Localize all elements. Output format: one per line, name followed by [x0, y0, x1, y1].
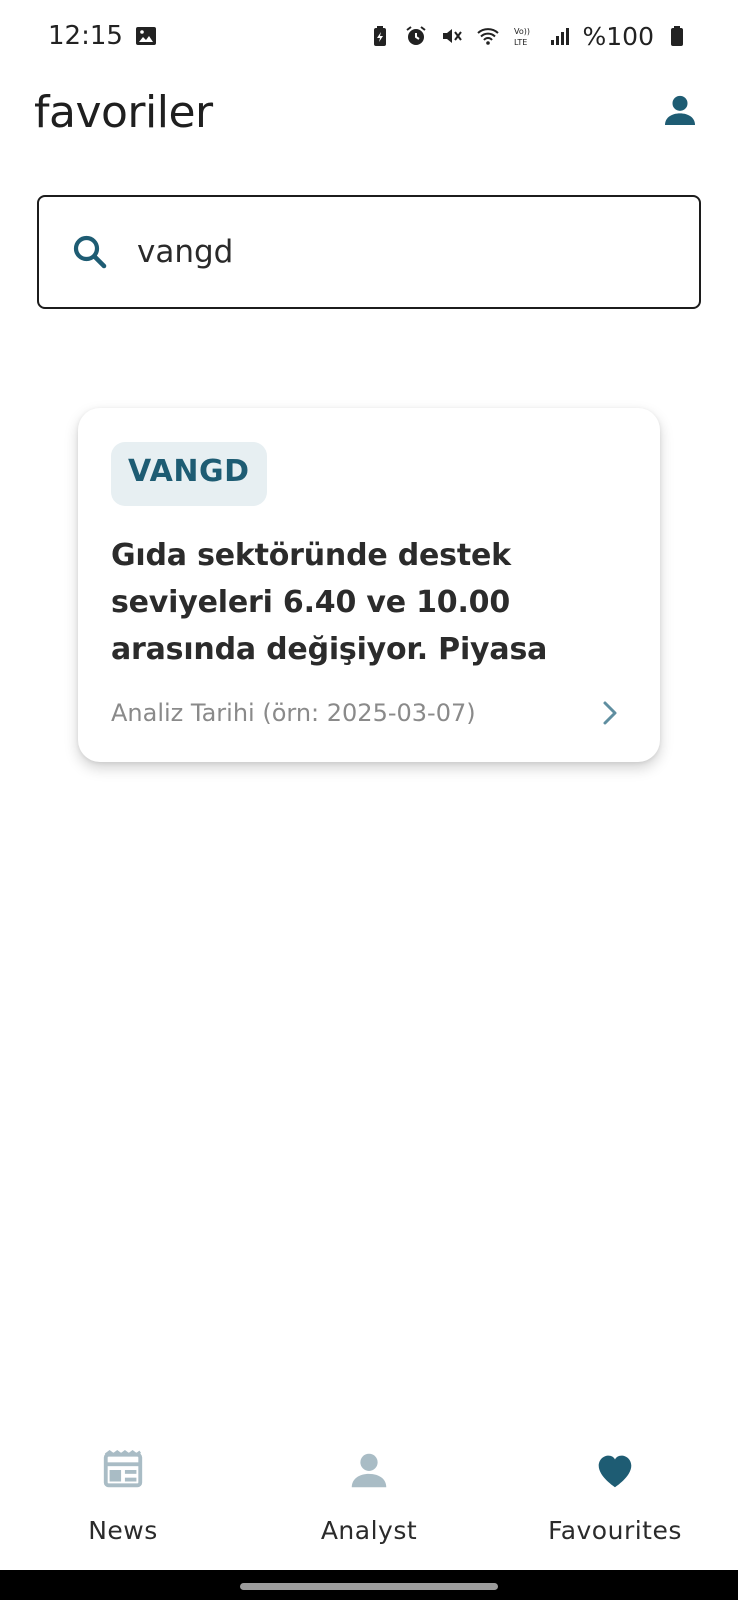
search-field[interactable] [37, 195, 701, 309]
home-indicator[interactable] [240, 1583, 498, 1590]
volte-icon: Vo)) LTE [511, 23, 537, 49]
svg-text:LTE: LTE [514, 38, 527, 47]
chevron-right-icon[interactable] [593, 696, 627, 730]
alarm-icon [403, 23, 429, 49]
screen: 12:15 Vo)) LTE %100 favoriler vangd VANG… [0, 0, 738, 1600]
status-right: Vo)) LTE %100 [367, 22, 690, 51]
battery-icon [664, 23, 690, 49]
nav-item-analyst[interactable]: Analyst [246, 1418, 492, 1570]
status-bar: 12:15 Vo)) LTE %100 [0, 0, 738, 72]
status-time: 12:15 [48, 21, 123, 51]
person-icon [345, 1446, 393, 1494]
wifi-icon [475, 23, 501, 49]
newspaper-icon [99, 1446, 147, 1494]
ticker-badge: VANGD [111, 442, 267, 506]
analysis-card[interactable]: VANGD Gıda sektöründe destek seviyeleri … [78, 408, 660, 762]
nav-item-favourites[interactable]: Favourites [492, 1418, 738, 1570]
page-title: favoriler [34, 86, 213, 138]
search-icon [67, 229, 113, 275]
nav-label-analyst: Analyst [320, 1516, 418, 1545]
nav-label-favourites: Favourites [548, 1516, 682, 1545]
person-icon [660, 90, 700, 135]
signal-icon [547, 23, 573, 49]
profile-button[interactable] [656, 88, 704, 136]
card-summary: Gıda sektöründe destek seviyeleri 6.40 v… [111, 538, 548, 667]
nav-item-news[interactable]: News [0, 1418, 246, 1570]
mute-icon [439, 23, 465, 49]
card-footer: Analiz Tarihi (örn: 2025-03-07) [111, 696, 627, 730]
image-notification-icon [133, 23, 159, 49]
svg-text:Vo)): Vo)) [514, 27, 530, 36]
status-left: 12:15 [48, 21, 159, 51]
search-input[interactable] [137, 234, 657, 270]
heart-icon [591, 1446, 639, 1494]
app-bar: favoriler [0, 72, 738, 152]
battery-percent: %100 [582, 21, 654, 51]
nav-label-news: News [88, 1516, 158, 1545]
battery-saver-icon [367, 23, 393, 49]
card-date: Analiz Tarihi (örn: 2025-03-07) [111, 699, 476, 727]
bottom-nav: News Analyst Favourites [0, 1418, 738, 1570]
